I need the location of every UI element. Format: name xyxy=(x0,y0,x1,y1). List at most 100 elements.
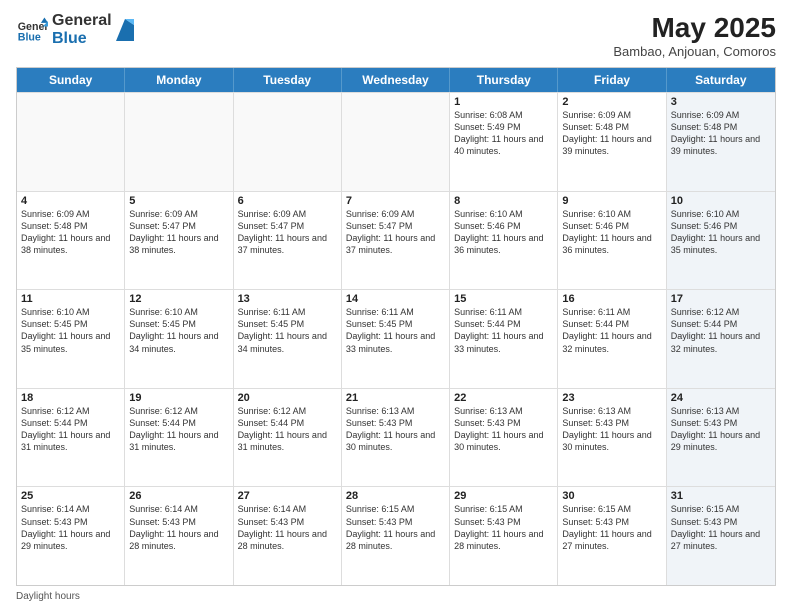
calendar-cell-9: 9Sunrise: 6:10 AM Sunset: 5:46 PM Daylig… xyxy=(558,192,666,290)
calendar-cell-3: 3Sunrise: 6:09 AM Sunset: 5:48 PM Daylig… xyxy=(667,93,775,191)
calendar-cell-6: 6Sunrise: 6:09 AM Sunset: 5:47 PM Daylig… xyxy=(234,192,342,290)
cell-info: Sunrise: 6:09 AM Sunset: 5:48 PM Dayligh… xyxy=(21,208,120,257)
weekday-header-friday: Friday xyxy=(558,68,666,92)
cell-info: Sunrise: 6:09 AM Sunset: 5:47 PM Dayligh… xyxy=(346,208,445,257)
calendar-cell-15: 15Sunrise: 6:11 AM Sunset: 5:44 PM Dayli… xyxy=(450,290,558,388)
calendar-cell-31: 31Sunrise: 6:15 AM Sunset: 5:43 PM Dayli… xyxy=(667,487,775,585)
day-number: 12 xyxy=(129,293,228,305)
calendar-row-2: 4Sunrise: 6:09 AM Sunset: 5:48 PM Daylig… xyxy=(17,191,775,290)
calendar-cell-25: 25Sunrise: 6:14 AM Sunset: 5:43 PM Dayli… xyxy=(17,487,125,585)
cell-info: Sunrise: 6:13 AM Sunset: 5:43 PM Dayligh… xyxy=(671,405,771,454)
calendar-cell-11: 11Sunrise: 6:10 AM Sunset: 5:45 PM Dayli… xyxy=(17,290,125,388)
day-number: 5 xyxy=(129,195,228,207)
weekday-header-wednesday: Wednesday xyxy=(342,68,450,92)
calendar-cell-empty-0-3 xyxy=(342,93,450,191)
calendar-body: 1Sunrise: 6:08 AM Sunset: 5:49 PM Daylig… xyxy=(17,92,775,585)
calendar-cell-13: 13Sunrise: 6:11 AM Sunset: 5:45 PM Dayli… xyxy=(234,290,342,388)
calendar-cell-18: 18Sunrise: 6:12 AM Sunset: 5:44 PM Dayli… xyxy=(17,389,125,487)
cell-info: Sunrise: 6:11 AM Sunset: 5:44 PM Dayligh… xyxy=(562,306,661,355)
cell-info: Sunrise: 6:10 AM Sunset: 5:45 PM Dayligh… xyxy=(129,306,228,355)
calendar-header: SundayMondayTuesdayWednesdayThursdayFrid… xyxy=(17,68,775,92)
calendar-cell-16: 16Sunrise: 6:11 AM Sunset: 5:44 PM Dayli… xyxy=(558,290,666,388)
calendar-cell-17: 17Sunrise: 6:12 AM Sunset: 5:44 PM Dayli… xyxy=(667,290,775,388)
logo-blue: Blue xyxy=(52,30,112,48)
calendar-cell-8: 8Sunrise: 6:10 AM Sunset: 5:46 PM Daylig… xyxy=(450,192,558,290)
day-number: 23 xyxy=(562,392,661,404)
cell-info: Sunrise: 6:15 AM Sunset: 5:43 PM Dayligh… xyxy=(562,503,661,552)
calendar-row-3: 11Sunrise: 6:10 AM Sunset: 5:45 PM Dayli… xyxy=(17,289,775,388)
day-number: 27 xyxy=(238,490,337,502)
day-number: 8 xyxy=(454,195,553,207)
day-number: 1 xyxy=(454,96,553,108)
day-number: 9 xyxy=(562,195,661,207)
cell-info: Sunrise: 6:15 AM Sunset: 5:43 PM Dayligh… xyxy=(671,503,771,552)
cell-info: Sunrise: 6:09 AM Sunset: 5:47 PM Dayligh… xyxy=(129,208,228,257)
calendar-cell-empty-0-1 xyxy=(125,93,233,191)
calendar-cell-2: 2Sunrise: 6:09 AM Sunset: 5:48 PM Daylig… xyxy=(558,93,666,191)
cell-info: Sunrise: 6:13 AM Sunset: 5:43 PM Dayligh… xyxy=(562,405,661,454)
svg-text:Blue: Blue xyxy=(18,31,41,43)
weekday-header-saturday: Saturday xyxy=(667,68,775,92)
cell-info: Sunrise: 6:10 AM Sunset: 5:45 PM Dayligh… xyxy=(21,306,120,355)
day-number: 19 xyxy=(129,392,228,404)
cell-info: Sunrise: 6:15 AM Sunset: 5:43 PM Dayligh… xyxy=(346,503,445,552)
logo-general: General xyxy=(52,12,112,30)
day-number: 2 xyxy=(562,96,661,108)
calendar-cell-24: 24Sunrise: 6:13 AM Sunset: 5:43 PM Dayli… xyxy=(667,389,775,487)
cell-info: Sunrise: 6:11 AM Sunset: 5:45 PM Dayligh… xyxy=(238,306,337,355)
day-number: 24 xyxy=(671,392,771,404)
day-number: 25 xyxy=(21,490,120,502)
calendar-cell-empty-0-2 xyxy=(234,93,342,191)
calendar-cell-28: 28Sunrise: 6:15 AM Sunset: 5:43 PM Dayli… xyxy=(342,487,450,585)
calendar-cell-26: 26Sunrise: 6:14 AM Sunset: 5:43 PM Dayli… xyxy=(125,487,233,585)
calendar-cell-30: 30Sunrise: 6:15 AM Sunset: 5:43 PM Dayli… xyxy=(558,487,666,585)
calendar-cell-27: 27Sunrise: 6:14 AM Sunset: 5:43 PM Dayli… xyxy=(234,487,342,585)
calendar-cell-7: 7Sunrise: 6:09 AM Sunset: 5:47 PM Daylig… xyxy=(342,192,450,290)
location-subtitle: Bambao, Anjouan, Comoros xyxy=(613,44,776,59)
calendar-cell-empty-0-0 xyxy=(17,93,125,191)
weekday-header-monday: Monday xyxy=(125,68,233,92)
cell-info: Sunrise: 6:12 AM Sunset: 5:44 PM Dayligh… xyxy=(238,405,337,454)
logo: General Blue General Blue xyxy=(16,12,134,47)
day-number: 26 xyxy=(129,490,228,502)
cell-info: Sunrise: 6:13 AM Sunset: 5:43 PM Dayligh… xyxy=(346,405,445,454)
cell-info: Sunrise: 6:08 AM Sunset: 5:49 PM Dayligh… xyxy=(454,109,553,158)
calendar-cell-10: 10Sunrise: 6:10 AM Sunset: 5:46 PM Dayli… xyxy=(667,192,775,290)
cell-info: Sunrise: 6:11 AM Sunset: 5:44 PM Dayligh… xyxy=(454,306,553,355)
cell-info: Sunrise: 6:11 AM Sunset: 5:45 PM Dayligh… xyxy=(346,306,445,355)
cell-info: Sunrise: 6:09 AM Sunset: 5:47 PM Dayligh… xyxy=(238,208,337,257)
weekday-header-thursday: Thursday xyxy=(450,68,558,92)
logo-triangle-icon xyxy=(116,19,134,41)
calendar-cell-21: 21Sunrise: 6:13 AM Sunset: 5:43 PM Dayli… xyxy=(342,389,450,487)
day-number: 18 xyxy=(21,392,120,404)
calendar-cell-23: 23Sunrise: 6:13 AM Sunset: 5:43 PM Dayli… xyxy=(558,389,666,487)
day-number: 13 xyxy=(238,293,337,305)
calendar: SundayMondayTuesdayWednesdayThursdayFrid… xyxy=(16,67,776,586)
calendar-cell-1: 1Sunrise: 6:08 AM Sunset: 5:49 PM Daylig… xyxy=(450,93,558,191)
header: General Blue General Blue May 2025 Bamba… xyxy=(16,12,776,59)
day-number: 11 xyxy=(21,293,120,305)
cell-info: Sunrise: 6:09 AM Sunset: 5:48 PM Dayligh… xyxy=(671,109,771,158)
cell-info: Sunrise: 6:14 AM Sunset: 5:43 PM Dayligh… xyxy=(21,503,120,552)
calendar-cell-29: 29Sunrise: 6:15 AM Sunset: 5:43 PM Dayli… xyxy=(450,487,558,585)
cell-info: Sunrise: 6:10 AM Sunset: 5:46 PM Dayligh… xyxy=(562,208,661,257)
calendar-cell-22: 22Sunrise: 6:13 AM Sunset: 5:43 PM Dayli… xyxy=(450,389,558,487)
cell-info: Sunrise: 6:12 AM Sunset: 5:44 PM Dayligh… xyxy=(129,405,228,454)
cell-info: Sunrise: 6:09 AM Sunset: 5:48 PM Dayligh… xyxy=(562,109,661,158)
month-title: May 2025 xyxy=(613,12,776,44)
day-number: 22 xyxy=(454,392,553,404)
calendar-cell-12: 12Sunrise: 6:10 AM Sunset: 5:45 PM Dayli… xyxy=(125,290,233,388)
calendar-cell-20: 20Sunrise: 6:12 AM Sunset: 5:44 PM Dayli… xyxy=(234,389,342,487)
day-number: 30 xyxy=(562,490,661,502)
day-number: 17 xyxy=(671,293,771,305)
footer: Daylight hours xyxy=(16,591,776,602)
day-number: 20 xyxy=(238,392,337,404)
weekday-header-tuesday: Tuesday xyxy=(234,68,342,92)
cell-info: Sunrise: 6:10 AM Sunset: 5:46 PM Dayligh… xyxy=(671,208,771,257)
day-number: 21 xyxy=(346,392,445,404)
cell-info: Sunrise: 6:12 AM Sunset: 5:44 PM Dayligh… xyxy=(21,405,120,454)
cell-info: Sunrise: 6:14 AM Sunset: 5:43 PM Dayligh… xyxy=(129,503,228,552)
day-number: 4 xyxy=(21,195,120,207)
weekday-header-sunday: Sunday xyxy=(17,68,125,92)
calendar-cell-19: 19Sunrise: 6:12 AM Sunset: 5:44 PM Dayli… xyxy=(125,389,233,487)
